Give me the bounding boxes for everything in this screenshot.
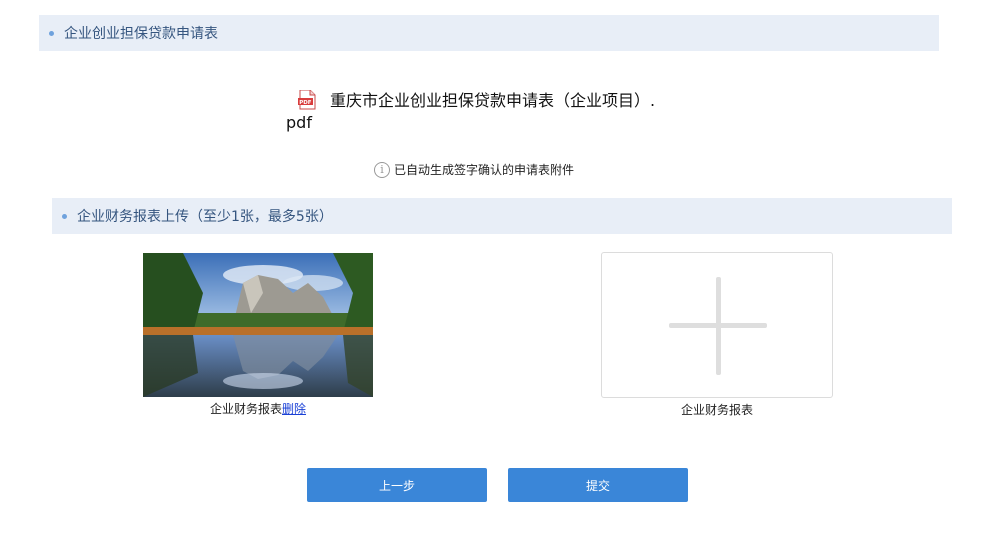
section-title: 企业财务报表上传（至少1张，最多5张）: [77, 209, 333, 225]
pdf-file-icon: PDF: [298, 90, 316, 110]
section-header-financial-upload: 企业财务报表上传（至少1张，最多5张）: [52, 198, 952, 234]
uploaded-image-thumbnail[interactable]: [143, 253, 373, 397]
submit-button[interactable]: 提交: [508, 468, 688, 502]
page: 企业创业担保贷款申请表 PDF 重庆市企业创业担保贷款申请表（企业项目）.pdf…: [0, 0, 985, 558]
add-financial-statement: 企业财务报表: [601, 252, 833, 418]
section-header-application-form: 企业创业担保贷款申请表: [39, 15, 939, 51]
delete-link[interactable]: 删除: [282, 402, 306, 416]
pdf-attachment[interactable]: PDF 重庆市企业创业担保贷款申请表（企业项目）.pdf: [286, 90, 666, 134]
upload-caption-text: 企业财务报表: [209, 402, 282, 416]
add-image-button[interactable]: [601, 252, 833, 398]
auto-generated-hint: i 已自动生成签字确认的申请表附件: [374, 161, 574, 178]
bullet-dot-icon: [62, 213, 67, 219]
previous-step-button[interactable]: 上一步: [307, 468, 487, 502]
hint-text: 已自动生成签字确认的申请表附件: [394, 163, 575, 177]
pdf-file-name[interactable]: 重庆市企业创业担保贷款申请表（企业项目）.pdf: [286, 90, 656, 134]
uploaded-financial-statement: 企业财务报表删除: [143, 253, 373, 417]
svg-text:PDF: PDF: [299, 100, 312, 106]
info-icon: i: [374, 161, 390, 178]
plus-icon-vertical: [716, 277, 721, 375]
section-title: 企业创业担保贷款申请表: [64, 26, 218, 42]
upload-caption: 企业财务报表: [680, 403, 753, 417]
upload-caption: 企业财务报表删除: [143, 400, 373, 417]
bullet-dot-icon: [49, 30, 54, 36]
